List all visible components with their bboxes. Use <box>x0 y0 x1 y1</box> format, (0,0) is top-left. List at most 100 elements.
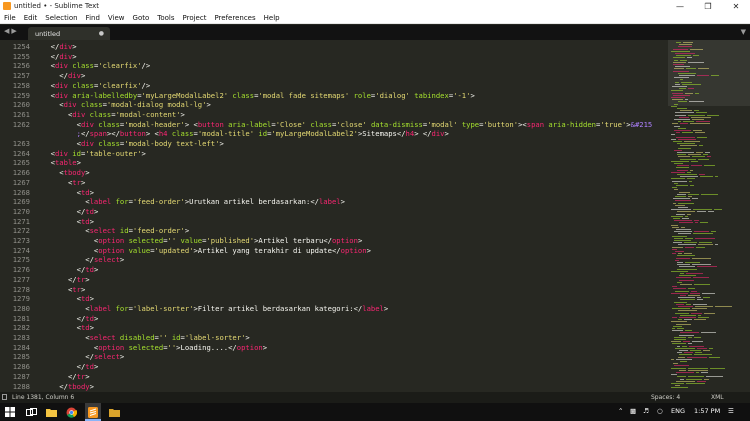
minimap-code-mark <box>690 185 694 186</box>
syntax-selector[interactable]: XML <box>711 394 724 401</box>
menu-tools[interactable]: Tools <box>153 14 178 22</box>
code-line[interactable]: 1288 </tbody> <box>0 382 668 392</box>
minimap[interactable] <box>668 40 750 392</box>
code-line[interactable]: 1267 <tr> <box>0 178 668 188</box>
menu-help[interactable]: Help <box>260 14 284 22</box>
code-line[interactable]: 1255 </div> <box>0 52 668 62</box>
code-line[interactable]: 1254 </div> <box>0 42 668 52</box>
chrome-icon[interactable] <box>65 406 77 418</box>
code-line[interactable]: 1276 </td> <box>0 265 668 275</box>
minimap-code-mark <box>685 237 693 239</box>
code-line[interactable]: 1262 <div class='modal-header'> <button … <box>0 120 668 130</box>
maximize-button[interactable]: ❐ <box>694 0 722 12</box>
menu-project[interactable]: Project <box>179 14 211 22</box>
code-line[interactable]: 1271 <td> <box>0 217 668 227</box>
minimap-code-mark <box>694 231 709 233</box>
code-line[interactable]: 1274 <option value='updated'>Artikel yan… <box>0 246 668 256</box>
minimap-code-mark <box>693 130 702 131</box>
code-line[interactable]: 1270 </td> <box>0 207 668 217</box>
code-editor[interactable]: 1254 </div> 1255 </div> 1256 <div class='c… <box>0 40 668 392</box>
code-line[interactable]: 1265 <table> <box>0 158 668 168</box>
line-number: 1283 <box>12 333 30 342</box>
minimap-code-mark <box>691 290 697 292</box>
line-number: 1278 <box>12 284 30 294</box>
minimap-code-mark <box>680 273 684 274</box>
network-icon[interactable]: ▩ <box>630 407 636 415</box>
tab-nav-arrows[interactable]: ◀▶ <box>4 27 19 35</box>
code-line[interactable]: 1260 <div class='modal-dialog modal-lg'> <box>0 100 668 110</box>
menu-file[interactable]: File <box>0 14 20 22</box>
show-hidden-icons-icon[interactable]: ⌃ <box>618 407 623 415</box>
volume-icon[interactable]: ♬ <box>643 407 649 415</box>
minimap-code-mark <box>677 328 684 329</box>
code-text: <td> <box>42 294 94 304</box>
action-center-icon[interactable]: ☰ <box>728 407 734 415</box>
tab-untitled[interactable]: untitled ● <box>28 27 110 40</box>
code-line[interactable]: 1284 <option selected=''>Loading....</op… <box>0 343 668 353</box>
menu-preferences[interactable]: Preferences <box>210 14 259 22</box>
minimap-code-mark <box>682 132 693 134</box>
language-indicator[interactable]: ENG <box>671 407 685 415</box>
line-number: 1286 <box>12 362 30 372</box>
task-view-icon[interactable] <box>25 406 37 418</box>
menu-edit[interactable]: Edit <box>20 14 42 22</box>
code-line[interactable]: 1261 <div class='modal-content'> <box>0 110 668 120</box>
code-line[interactable]: 1264 <div id='table-outer'> <box>0 149 668 159</box>
line-number: 1262 <box>12 119 30 129</box>
minimap-code-mark <box>676 185 688 186</box>
code-line[interactable]: 1277 </tr> <box>0 275 668 285</box>
code-line[interactable]: 1268 <td> <box>0 188 668 198</box>
code-line[interactable]: 1281 </td> <box>0 314 668 324</box>
sublime-text-icon[interactable] <box>87 406 99 418</box>
minimize-button[interactable]: — <box>666 0 694 12</box>
code-line[interactable]: 1273 <option selected='' value='publishe… <box>0 236 668 246</box>
code-line[interactable]: 1280 <label for='label-sorter'>Filter ar… <box>0 304 668 314</box>
code-line[interactable]: 1269 <label for='feed-order'>Urutkan art… <box>0 197 668 207</box>
arrow-right-icon[interactable]: ▶ <box>11 27 18 35</box>
code-line[interactable]: 1256 <div class='clearfix'/> <box>0 61 668 71</box>
minimap-code-mark <box>691 165 702 167</box>
code-text: <div id='table-outer'> <box>42 148 146 158</box>
code-line[interactable]: 1287 </tr> <box>0 372 668 382</box>
menu-goto[interactable]: Goto <box>129 14 154 22</box>
minimize-icon: — <box>676 1 684 11</box>
code-line[interactable]: 1266 <tbody> <box>0 168 668 178</box>
minimap-code-mark <box>679 116 689 118</box>
minimap-code-mark <box>715 176 718 178</box>
code-line[interactable]: 1263 <div class='modal-body text-left'> <box>0 139 668 149</box>
wifi-icon[interactable]: ○ <box>657 407 663 415</box>
panel-toggle-icon[interactable] <box>2 394 7 400</box>
minimap-code-mark <box>672 330 683 332</box>
modified-dot-icon[interactable]: ● <box>99 30 104 37</box>
minimap-code-mark <box>706 376 723 378</box>
code-line[interactable]: 1285 </select> <box>0 352 668 362</box>
minimap-code-mark <box>697 380 706 382</box>
minimap-code-mark <box>693 233 713 235</box>
explorer-folder-icon[interactable] <box>108 406 120 418</box>
code-line[interactable]: 1279 <td> <box>0 294 668 304</box>
menu-view[interactable]: View <box>104 14 129 22</box>
minimap-code-mark <box>674 125 680 127</box>
code-line[interactable]: 1282 <td> <box>0 323 668 333</box>
code-line[interactable]: 1258 <div class='clearfix'/> <box>0 81 668 91</box>
code-line[interactable]: 1283 <select disabled='' id='label-sorte… <box>0 333 668 343</box>
minimap-code-mark <box>697 75 709 76</box>
minimap-code-mark <box>695 222 698 224</box>
code-line[interactable]: 1272 <select id='feed-order'> <box>0 226 668 236</box>
close-button[interactable]: ✕ <box>722 0 750 12</box>
menu-find[interactable]: Find <box>82 14 104 22</box>
minimap-code-mark <box>673 141 682 142</box>
minimap-code-mark <box>677 352 682 354</box>
code-line[interactable]: 1257 </div> <box>0 71 668 81</box>
code-line[interactable]: 1275 </select> <box>0 255 668 265</box>
windows-start-icon[interactable] <box>4 406 16 418</box>
code-line[interactable]: 1286 </td> <box>0 362 668 372</box>
clock[interactable]: 1:57 PM <box>694 407 720 415</box>
code-line[interactable]: 1278 <tr> <box>0 285 668 295</box>
indentation-setting[interactable]: Spaces: 4 <box>651 394 680 401</box>
code-line[interactable]: 1259 <div aria-labelledby='myLargeModalL… <box>0 91 668 101</box>
menu-selection[interactable]: Selection <box>41 14 81 22</box>
code-line[interactable]: ;</span></button> <h4 class='modal-title… <box>0 129 668 139</box>
tab-list-dropdown-icon[interactable]: ▼ <box>741 28 746 36</box>
file-explorer-icon[interactable] <box>45 406 57 418</box>
